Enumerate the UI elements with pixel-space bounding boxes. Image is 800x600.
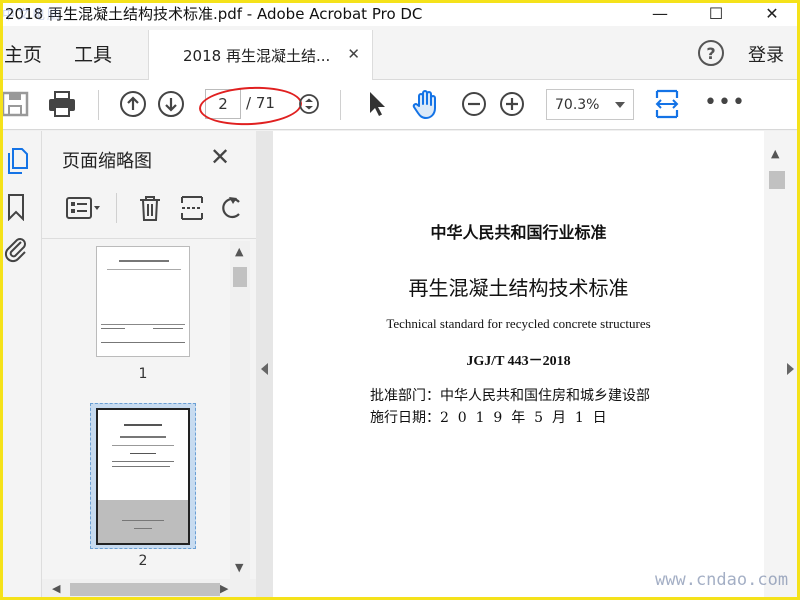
toolbar-separator: [340, 90, 341, 120]
insert-page-icon[interactable]: [178, 193, 206, 223]
window-controls: — ☐ ✕: [632, 0, 800, 26]
watermark: www.cndao.com: [655, 570, 789, 590]
zoom-in-icon[interactable]: [498, 90, 526, 118]
tab-document-label: 2018 再生混凝土结...: [183, 47, 331, 65]
thumbnails-list: 1 2: [42, 241, 230, 579]
toolbar: 2 / 71 70.3% •••: [0, 80, 800, 130]
thumbnail-text-line: [122, 520, 164, 521]
thumbnail-divider: [101, 324, 185, 325]
scrollbar-thumb[interactable]: [233, 267, 247, 287]
page-thumbnail-1[interactable]: [96, 246, 190, 357]
thumbnail-text-line: [107, 269, 181, 270]
login-button[interactable]: 登录: [748, 41, 784, 67]
toolbar-separator: [98, 90, 99, 120]
scroll-up-icon[interactable]: ▲: [771, 147, 779, 160]
previous-page-icon[interactable]: [118, 89, 148, 119]
more-options-icon[interactable]: •••: [704, 90, 746, 115]
rotate-icon[interactable]: [218, 193, 246, 223]
print-icon[interactable]: [46, 88, 78, 120]
scrollbar-thumb[interactable]: [769, 171, 785, 189]
thumbnail-label: 2: [138, 553, 148, 569]
tab-close-button[interactable]: ✕: [347, 45, 360, 63]
doc-heading: 中华人民共和国行业标准: [430, 223, 607, 242]
thumbnail-options-icon[interactable]: [64, 193, 104, 223]
tab-document[interactable]: 2018 再生混凝土结... ✕: [148, 30, 373, 81]
thumbnail-label: 1: [138, 366, 148, 382]
document-page: 中华人民共和国行业标准 再生混凝土结构技术标准 Technical standa…: [273, 131, 764, 600]
page-stepper-icon[interactable]: [298, 93, 320, 115]
thumbnail-text-line: [134, 528, 152, 529]
help-icon[interactable]: ?: [698, 40, 724, 66]
thumbnails-vertical-scrollbar[interactable]: ▲ ▼: [230, 241, 250, 579]
collapse-left-icon[interactable]: [261, 363, 268, 375]
scroll-right-icon[interactable]: ▶: [220, 582, 228, 595]
tab-home[interactable]: 主页: [4, 40, 42, 67]
scroll-down-icon[interactable]: ▼: [235, 561, 243, 574]
scrollbar-thumb[interactable]: [70, 583, 220, 596]
expand-right-icon[interactable]: [787, 363, 794, 375]
doc-english-title: Technical standard for recycled concrete…: [386, 316, 651, 331]
minimize-button[interactable]: —: [632, 0, 688, 26]
page-thumbnail-2[interactable]: [96, 408, 190, 545]
zoom-out-icon[interactable]: [460, 90, 488, 118]
save-icon[interactable]: [0, 88, 32, 120]
chevron-down-icon: [615, 102, 625, 108]
scroll-left-icon[interactable]: ◀: [52, 582, 60, 595]
fit-page-icon[interactable]: [652, 86, 682, 122]
thumbnail-text-line: [112, 445, 174, 446]
attachment-icon[interactable]: [2, 233, 30, 265]
page-thumbnails-icon[interactable]: [4, 145, 30, 177]
thumbnail-text-line: [101, 328, 125, 329]
navigation-rail: [0, 131, 42, 600]
window-title: 2018 再生混凝土结构技术标准.pdf - Adobe Acrobat Pro…: [5, 4, 423, 23]
doc-effective-date: 施行日期：2 0 1 9 年 5 月 1 日: [370, 410, 607, 426]
thumbnail-lower-block: [98, 500, 188, 543]
doc-standard-code: JGJ/T 443－2018: [466, 354, 571, 369]
zoom-value: 70.3%: [555, 96, 600, 113]
thumbnails-panel: 页面缩略图 ✕ 1 2 ▲ ▼ ◀ ▶: [42, 131, 256, 600]
thumbnail-text-line: [130, 453, 156, 454]
close-button[interactable]: ✕: [744, 0, 800, 26]
panel-title: 页面缩略图: [62, 151, 152, 172]
panel-close-button[interactable]: ✕: [210, 143, 230, 171]
bookmark-icon[interactable]: [4, 191, 28, 223]
thumbnail-text-line: [112, 466, 170, 467]
document-vertical-scrollbar[interactable]: ▲: [764, 131, 797, 600]
title-bar: 2018 再生混凝土结构技术标准.pdf - Adobe Acrobat Pro…: [0, 0, 800, 26]
next-page-icon[interactable]: [156, 89, 186, 119]
panel-toolbar: [42, 179, 256, 239]
scroll-up-icon[interactable]: ▲: [235, 245, 243, 258]
thumbnail-text-line: [101, 342, 185, 343]
thumbnail-text-line: [153, 328, 183, 329]
thumbnail-text-line: [119, 260, 169, 262]
panel-separator: [116, 193, 117, 223]
thumbnail-text-line: [124, 424, 162, 426]
delete-icon[interactable]: [136, 193, 164, 223]
panel-collapse-bar[interactable]: [256, 131, 273, 600]
select-tool-icon[interactable]: [364, 89, 390, 119]
thumbnail-text-line: [120, 436, 166, 438]
tab-tools[interactable]: 工具: [74, 40, 112, 67]
zoom-select[interactable]: 70.3%: [546, 89, 634, 120]
maximize-button[interactable]: ☐: [688, 0, 744, 26]
thumbnail-text-line: [112, 461, 174, 462]
thumbnails-horizontal-scrollbar[interactable]: ◀ ▶: [42, 579, 256, 600]
tab-bar: 主页 工具 2018 再生混凝土结... ✕ ? 登录: [0, 26, 800, 81]
doc-approval-dept: 批准部门：中华人民共和国住房和城乡建设部: [370, 388, 650, 404]
doc-title: 再生混凝土结构技术标准: [408, 276, 629, 300]
hand-tool-icon[interactable]: [408, 87, 442, 121]
